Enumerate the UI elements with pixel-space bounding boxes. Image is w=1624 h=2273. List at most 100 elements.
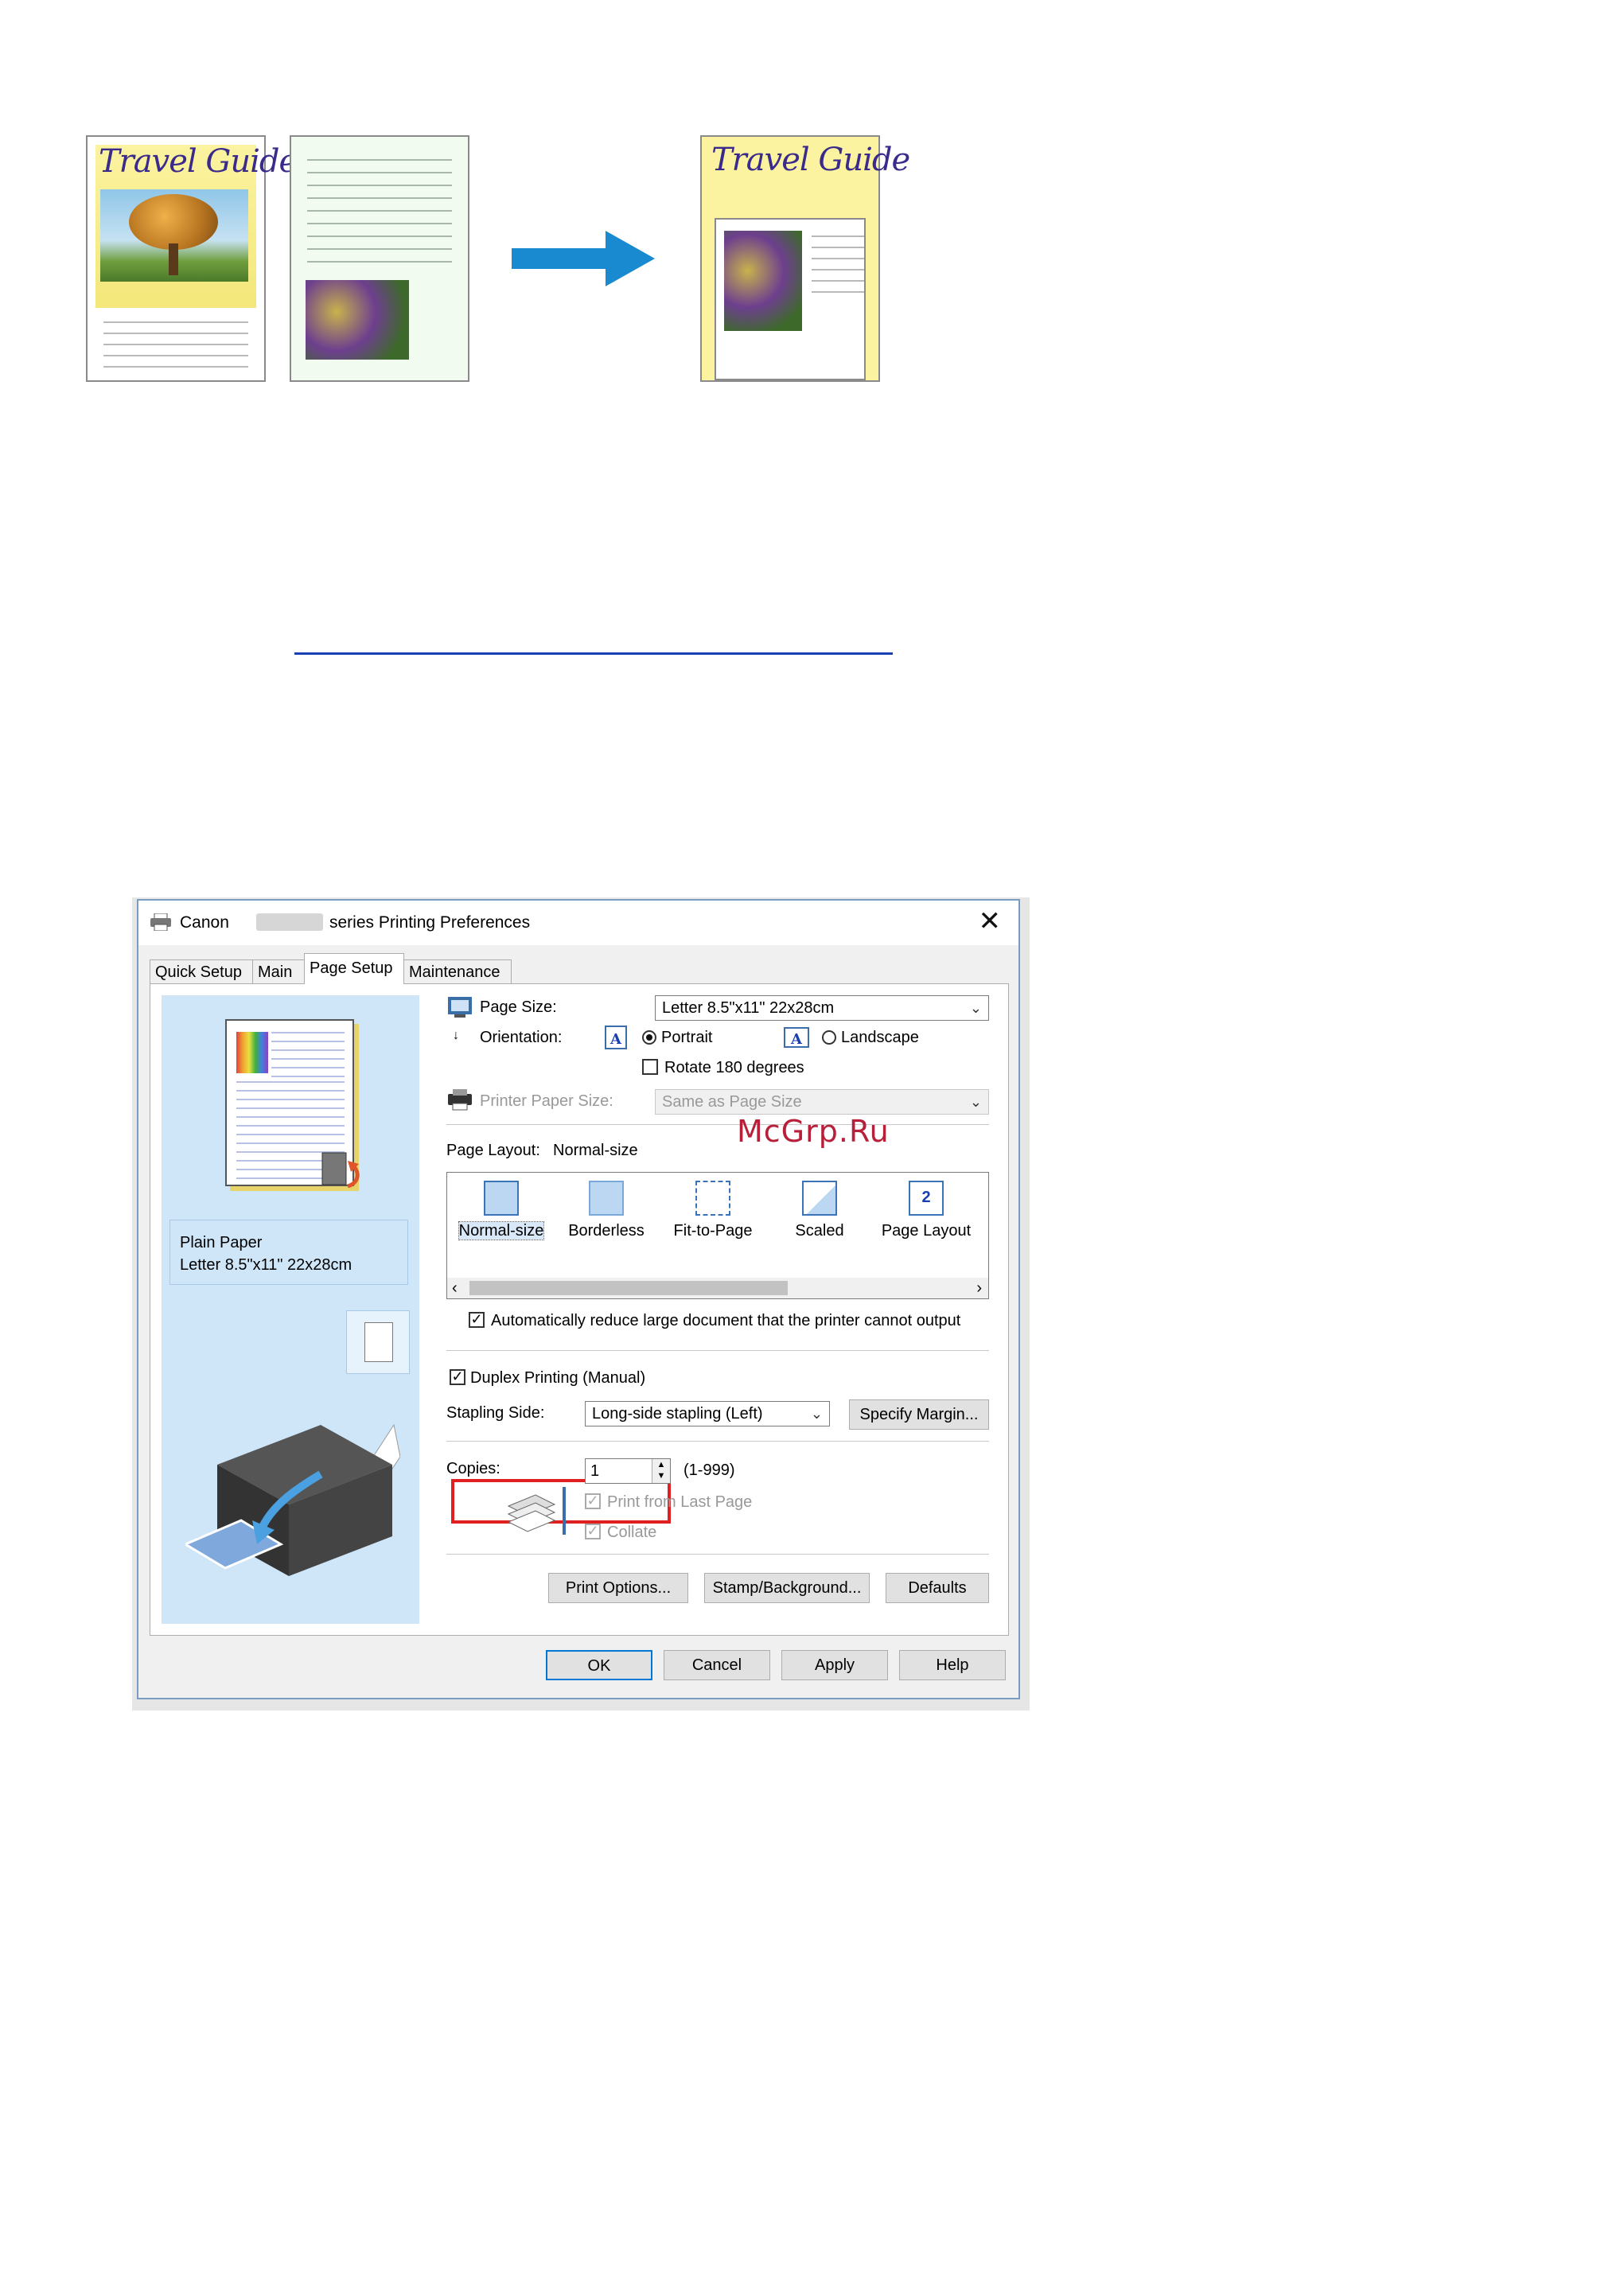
stamp-background-button[interactable]: Stamp/Background... [704,1573,870,1603]
fit-to-page-icon [695,1181,730,1216]
portrait-icon: A [605,1026,627,1049]
scaled-icon [802,1181,837,1216]
svg-text:A: A [609,1031,622,1048]
duplex-checkbox[interactable]: ✓ [450,1369,465,1385]
print-from-last-checkbox: ✓ [585,1493,601,1509]
rotate-180-checkbox[interactable] [642,1059,658,1075]
page-size-icon [448,997,472,1018]
redacted-model [256,913,323,931]
chevron-down-icon: ⌄ [810,1406,823,1422]
media-info-box: Plain Paper Letter 8.5"x11" 22x28cm [169,1220,408,1285]
layout-scaled[interactable]: Scaled [772,1181,867,1257]
copies-value: 1 [590,1462,600,1480]
landscape-radio[interactable] [822,1030,836,1045]
printer-paper-size-select: Same as Page Size ⌄ [655,1089,989,1115]
page-layout-value: Normal-size [553,1142,638,1159]
portrait-label: Portrait [661,1029,713,1046]
result-photo [724,231,802,331]
front-page-illustration: Travel Guide [86,135,298,382]
copies-range: (1-999) [683,1461,735,1479]
cancel-button[interactable]: Cancel [664,1650,770,1680]
svg-text:A: A [790,1031,803,1048]
layout-scaled-label: Scaled [795,1222,844,1240]
print-from-last-label: Print from Last Page [607,1493,753,1511]
divider [446,1124,989,1125]
title-prefix: Canon [180,913,229,932]
page-size-select[interactable]: Letter 8.5"x11" 22x28cm ⌄ [655,995,989,1021]
title-suffix: series Printing Preferences [329,913,531,932]
layout-page-layout-label: Page Layout [881,1222,972,1240]
landscape-icon: A [784,1027,809,1048]
layout-normal-size[interactable]: Normal-size [454,1181,549,1257]
scroll-thumb[interactable] [469,1281,788,1295]
printer-paper-icon [448,1089,472,1111]
tab-main[interactable]: Main [252,959,305,983]
printing-preferences-dialog: Canon series Printing Preferences ✕ Quic… [137,899,1020,1699]
borderless-icon [589,1181,624,1216]
layout-page-layout[interactable]: 2 Page Layout [878,1181,974,1257]
duplex-label: Duplex Printing (Manual) [470,1369,646,1387]
help-button[interactable]: Help [899,1650,1006,1680]
page-layout-list: Normal-size Borderless Fit-to-Page Scale… [446,1172,989,1299]
apply-button[interactable]: Apply [781,1650,888,1680]
copies-label: Copies: [446,1460,500,1477]
page-layout-label: Page Layout: [446,1142,540,1159]
close-icon[interactable]: ✕ [979,905,1002,937]
layout-fit-to-page[interactable]: Fit-to-Page [665,1181,761,1257]
tab-quick-setup[interactable]: Quick Setup [150,959,253,983]
link-underline[interactable] [294,652,893,655]
copies-spinner[interactable]: 1 ▲ ▼ [585,1458,671,1484]
defaults-button[interactable]: Defaults [886,1573,989,1603]
scroll-left-icon[interactable]: ‹ [452,1278,458,1298]
print-options-button[interactable]: Print Options... [548,1573,688,1603]
specify-margin-button[interactable]: Specify Margin... [849,1399,989,1430]
divider [446,1441,989,1442]
tab-maintenance[interactable]: Maintenance [403,959,512,983]
stapling-side-label: Stapling Side: [446,1404,545,1422]
layout-borderless[interactable]: Borderless [559,1181,654,1257]
page-size-value: Letter 8.5"x11" 22x28cm [662,999,835,1017]
portrait-radio[interactable] [642,1030,656,1045]
ok-button[interactable]: OK [546,1650,652,1680]
duplex-result-illustration: Travel Guide [700,135,910,382]
landscape-label: Landscape [841,1029,919,1046]
result-title-text: Travel Guide [711,142,910,178]
printer-paper-size-label: Printer Paper Size: [480,1092,613,1110]
title-bar[interactable]: Canon series Printing Preferences ✕ [138,901,1018,945]
printer-illustration-icon [185,1423,400,1576]
stapling-side-value: Long-side stapling (Left) [592,1405,763,1423]
spinner-arrows-icon[interactable]: ▲ ▼ [652,1459,670,1483]
stapling-side-select[interactable]: Long-side stapling (Left) ⌄ [585,1401,830,1426]
page-size-label: Page Size: [480,998,557,1016]
back-page-illustration [290,135,469,382]
printer-icon [150,913,171,931]
duplex-illustration: Travel Guide Travel Guide [0,0,1624,414]
horizontal-scrollbar[interactable]: ‹ › [447,1278,988,1298]
tab-page-setup[interactable]: Page Setup [304,953,404,984]
collate-checkbox: ✓ [585,1524,601,1539]
media-type-text: Plain Paper [180,1234,263,1251]
layout-fit-to-page-label: Fit-to-Page [673,1222,753,1240]
auto-reduce-label: Automatically reduce large document that… [491,1312,961,1329]
paper-thumbnail [346,1310,410,1374]
scroll-right-icon[interactable]: › [976,1278,982,1298]
auto-reduce-checkbox[interactable]: ✓ [469,1312,485,1328]
divider [446,1554,989,1555]
flower-photo [306,280,409,360]
tree-photo [100,189,248,282]
layout-borderless-label: Borderless [568,1222,645,1240]
layout-normal-size-label: Normal-size [458,1221,545,1240]
normal-size-icon [484,1181,519,1216]
collate-label: Collate [607,1524,657,1541]
preview-pane: Plain Paper Letter 8.5"x11" 22x28cm [162,995,419,1624]
page-setup-panel: Plain Paper Letter 8.5"x11" 22x28cm Page… [150,983,1009,1636]
copies-icon [507,1487,566,1535]
chevron-down-icon: ⌄ [969,1094,982,1110]
chevron-down-icon: ⌄ [969,1000,982,1016]
watermark-text: McGrp.Ru [737,1114,890,1149]
orientation-label: Orientation: [480,1029,563,1046]
page-layout-icon: 2 [909,1181,944,1216]
rotate-180-label: Rotate 180 degrees [664,1059,804,1076]
right-arrow-icon [512,231,655,286]
page-title-text: Travel Guide [99,143,298,180]
